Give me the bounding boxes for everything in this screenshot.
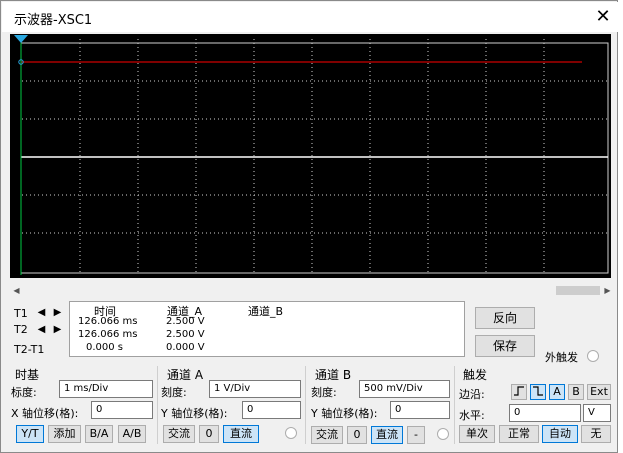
scroll-left-icon[interactable]: ◀ <box>10 284 23 297</box>
mode-ba-button[interactable]: B/A <box>85 425 113 443</box>
scrollbar-thumb[interactable] <box>556 286 600 295</box>
separator <box>305 366 306 444</box>
mode-yt-button[interactable]: Y/T <box>16 425 44 443</box>
trigger-none-button[interactable]: 无 <box>581 425 611 443</box>
t2-left-arrow-icon[interactable]: ◀ <box>35 324 48 336</box>
channel-a-title: 通道 A <box>167 368 204 382</box>
channel-a-ypos-field[interactable]: 0 <box>242 401 301 419</box>
reverse-button[interactable]: 反向 <box>475 307 535 329</box>
external-trigger-radio[interactable] <box>587 350 599 362</box>
t1-time: 126.066 ms <box>78 316 138 327</box>
channel-a-scale-field[interactable]: 1 V/Div <box>209 380 301 398</box>
mode-add-button[interactable]: 添加 <box>48 425 81 443</box>
close-icon[interactable]: ✕ <box>590 4 616 30</box>
title-bar: 示波器-XSC1 ✕ <box>2 2 618 32</box>
row-label-t2: T2 <box>14 323 28 336</box>
horizontal-scrollbar[interactable]: ◀ ▶ <box>10 284 614 297</box>
trigger-level-field[interactable]: 0 <box>509 404 581 422</box>
x-position-label: X 轴位移(格): <box>11 407 79 420</box>
timebase-scale-label: 标度: <box>11 386 37 399</box>
timebase-scale-field[interactable]: 1 ms/Div <box>59 380 153 398</box>
separator <box>454 366 455 444</box>
channel-a-radio[interactable] <box>285 427 297 439</box>
rising-edge-glyph <box>514 386 524 396</box>
scope-screen[interactable] <box>10 34 611 278</box>
channel-b-invert-button[interactable]: - <box>407 426 425 444</box>
timebase-title: 时基 <box>15 368 40 382</box>
channel-b-ypos-label: Y 轴位移(格): <box>311 407 378 420</box>
channel-a-ypos-label: Y 轴位移(格): <box>161 407 228 420</box>
cursor-readout: 时间 通道_A 通道_B 126.066 ms 2.500 V 126.066 … <box>69 301 465 357</box>
trigger-single-button[interactable]: 单次 <box>459 425 495 443</box>
separator <box>157 366 158 444</box>
save-button[interactable]: 保存 <box>475 335 535 357</box>
t1-left-arrow-icon[interactable]: ◀ <box>35 307 48 319</box>
oscilloscope-window: 示波器-XSC1 ✕ ◀ ▶ T1 T2 T2-T1 ◀ ▶ ◀ ▶ 时间 通道… <box>0 0 618 453</box>
scope-display-frame <box>10 34 611 278</box>
trigger-title: 触发 <box>463 368 488 382</box>
x-position-field[interactable]: 0 <box>91 401 153 419</box>
trigger-auto-button[interactable]: 自动 <box>542 425 578 443</box>
diff-channel-a: 0.000 V <box>166 342 205 353</box>
channel-b-dc-button[interactable]: 直流 <box>371 426 403 444</box>
mode-ab-button[interactable]: A/B <box>118 425 146 443</box>
scroll-right-icon[interactable]: ▶ <box>601 284 614 297</box>
row-label-t1: T1 <box>14 307 28 320</box>
falling-edge-icon[interactable] <box>530 384 546 400</box>
channel-b-scale-field[interactable]: 500 mV/Div <box>359 380 450 398</box>
channel-b-radio[interactable] <box>437 428 449 440</box>
window-title: 示波器-XSC1 <box>14 13 93 28</box>
channel-b-ypos-field[interactable]: 0 <box>390 401 450 419</box>
t2-channel-a: 2.500 V <box>166 329 205 340</box>
channel-b-scale-label: 刻度: <box>311 386 337 399</box>
t1-right-arrow-icon[interactable]: ▶ <box>51 307 64 319</box>
t1-channel-a: 2.500 V <box>166 316 205 327</box>
trigger-normal-button[interactable]: 正常 <box>499 425 539 443</box>
channel-b-ac-button[interactable]: 交流 <box>311 426 343 444</box>
channel-b-title: 通道 B <box>315 368 352 382</box>
diff-time: 0.000 s <box>86 342 124 353</box>
screen-background <box>10 34 611 278</box>
external-trigger-label: 外触发 <box>545 351 578 364</box>
channel-a-zero-button[interactable]: 0 <box>199 425 219 443</box>
channel-a-dc-button[interactable]: 直流 <box>223 425 259 443</box>
trigger-source-b-button[interactable]: B <box>568 384 584 400</box>
background-strip <box>618 0 623 453</box>
rising-edge-icon[interactable] <box>511 384 527 400</box>
t2-right-arrow-icon[interactable]: ▶ <box>51 324 64 336</box>
trigger-edge-label: 边沿: <box>459 388 485 401</box>
trigger-source-a-button[interactable]: A <box>549 384 565 400</box>
trigger-level-unit[interactable]: V <box>583 404 611 422</box>
header-channel-b: 通道_B <box>248 305 284 318</box>
channel-b-zero-button[interactable]: 0 <box>347 426 367 444</box>
t2-time: 126.066 ms <box>78 329 138 340</box>
channel-a-ac-button[interactable]: 交流 <box>163 425 195 443</box>
falling-edge-glyph <box>533 386 543 396</box>
trigger-level-label: 水平: <box>459 409 485 422</box>
channel-a-scale-label: 刻度: <box>161 386 187 399</box>
row-label-t2-t1: T2-T1 <box>14 343 45 356</box>
trigger-source-ext-button[interactable]: Ext <box>587 384 611 400</box>
